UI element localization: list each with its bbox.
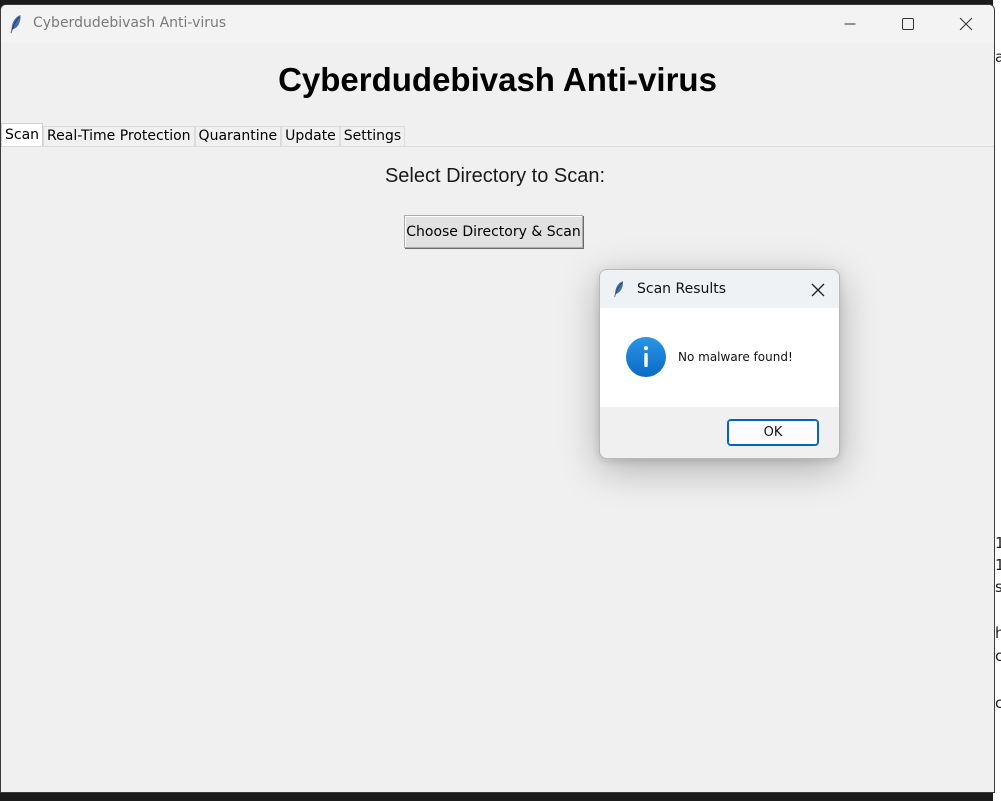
tab-bar: Scan Real-Time Protection Quarantine Upd… bbox=[1, 123, 406, 147]
tab-update[interactable]: Update bbox=[281, 126, 340, 147]
dialog-title: Scan Results bbox=[637, 281, 727, 297]
tab-settings[interactable]: Settings bbox=[339, 126, 406, 147]
background-fragment: 1 bbox=[995, 534, 1001, 552]
minimize-icon bbox=[844, 23, 856, 25]
tab-real-time-protection[interactable]: Real-Time Protection bbox=[43, 126, 195, 147]
main-window: Cyberdudebivash Anti-virus Cyberdudebiva… bbox=[0, 4, 995, 793]
info-icon bbox=[626, 337, 666, 377]
close-icon bbox=[959, 17, 973, 31]
background-fragment: h bbox=[995, 624, 1001, 642]
feather-icon bbox=[614, 281, 623, 298]
window-titlebar[interactable]: Cyberdudebivash Anti-virus bbox=[1, 5, 994, 43]
background-fragment: a bbox=[995, 48, 1001, 66]
background-fragment: c bbox=[995, 694, 1001, 712]
select-directory-label: Select Directory to Scan: bbox=[384, 165, 606, 187]
background-fragment: 1 bbox=[995, 556, 1001, 574]
dialog-message: No malware found! bbox=[678, 350, 793, 364]
close-button[interactable] bbox=[937, 5, 994, 43]
tab-quarantine[interactable]: Quarantine bbox=[194, 126, 282, 147]
dialog-titlebar[interactable]: Scan Results bbox=[600, 270, 839, 308]
scan-results-dialog: Scan Results No malware found! OK bbox=[599, 269, 840, 459]
dialog-body: No malware found! bbox=[600, 308, 839, 407]
window-title: Cyberdudebivash Anti-virus bbox=[33, 15, 227, 31]
dialog-close-button[interactable] bbox=[804, 277, 832, 303]
choose-directory-scan-button[interactable]: Choose Directory & Scan bbox=[404, 215, 583, 248]
maximize-icon bbox=[902, 18, 914, 30]
feather-icon bbox=[10, 15, 21, 34]
background-fragment: c bbox=[995, 647, 1001, 665]
app-heading: Cyberdudebivash Anti-virus bbox=[278, 61, 717, 98]
tab-divider bbox=[1, 146, 994, 147]
tab-scan[interactable]: Scan bbox=[1, 123, 44, 147]
minimize-button[interactable] bbox=[821, 5, 879, 43]
background-fragment: s bbox=[995, 578, 1001, 596]
maximize-button[interactable] bbox=[879, 5, 937, 43]
ok-button[interactable]: OK bbox=[727, 419, 819, 446]
close-icon bbox=[811, 283, 825, 297]
